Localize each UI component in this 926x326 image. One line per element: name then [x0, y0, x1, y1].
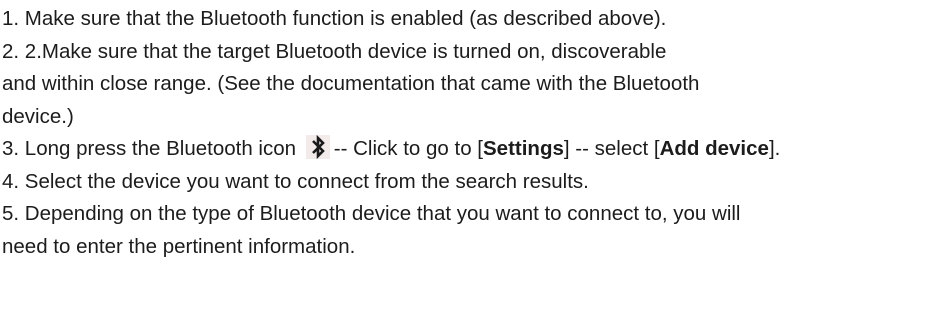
settings-label: Settings [483, 137, 564, 160]
step-3-text-mid-2: ] -- select [ [563, 137, 660, 160]
add-device-label: Add device [659, 137, 769, 160]
step-2-line-1: 2. 2.Make sure that the target Bluetooth… [2, 39, 667, 63]
step-4: 4. Select the device you want to connect… [2, 169, 589, 193]
step-5-line-2: need to enter the pertinent information. [2, 234, 356, 258]
bluetooth-icon [304, 134, 332, 160]
step-3-text-start: 3. Long press the Bluetooth icon [2, 137, 297, 160]
step-5-line-1: 5. Depending on the type of Bluetooth de… [2, 202, 741, 225]
step-3-text-mid-1: -- Click to go to [ [333, 137, 483, 160]
step-2-line-3: device.) [2, 104, 74, 128]
step-3: 3. Long press the Bluetooth icon -- Clic… [2, 133, 922, 166]
step-1: 1. Make sure that the Bluetooth function… [2, 7, 667, 30]
step-2-line-2: and within close range. (See the documen… [2, 72, 700, 95]
instructions: 1. Make sure that the Bluetooth function… [2, 3, 922, 263]
step-3-text-end: ]. [768, 137, 781, 160]
